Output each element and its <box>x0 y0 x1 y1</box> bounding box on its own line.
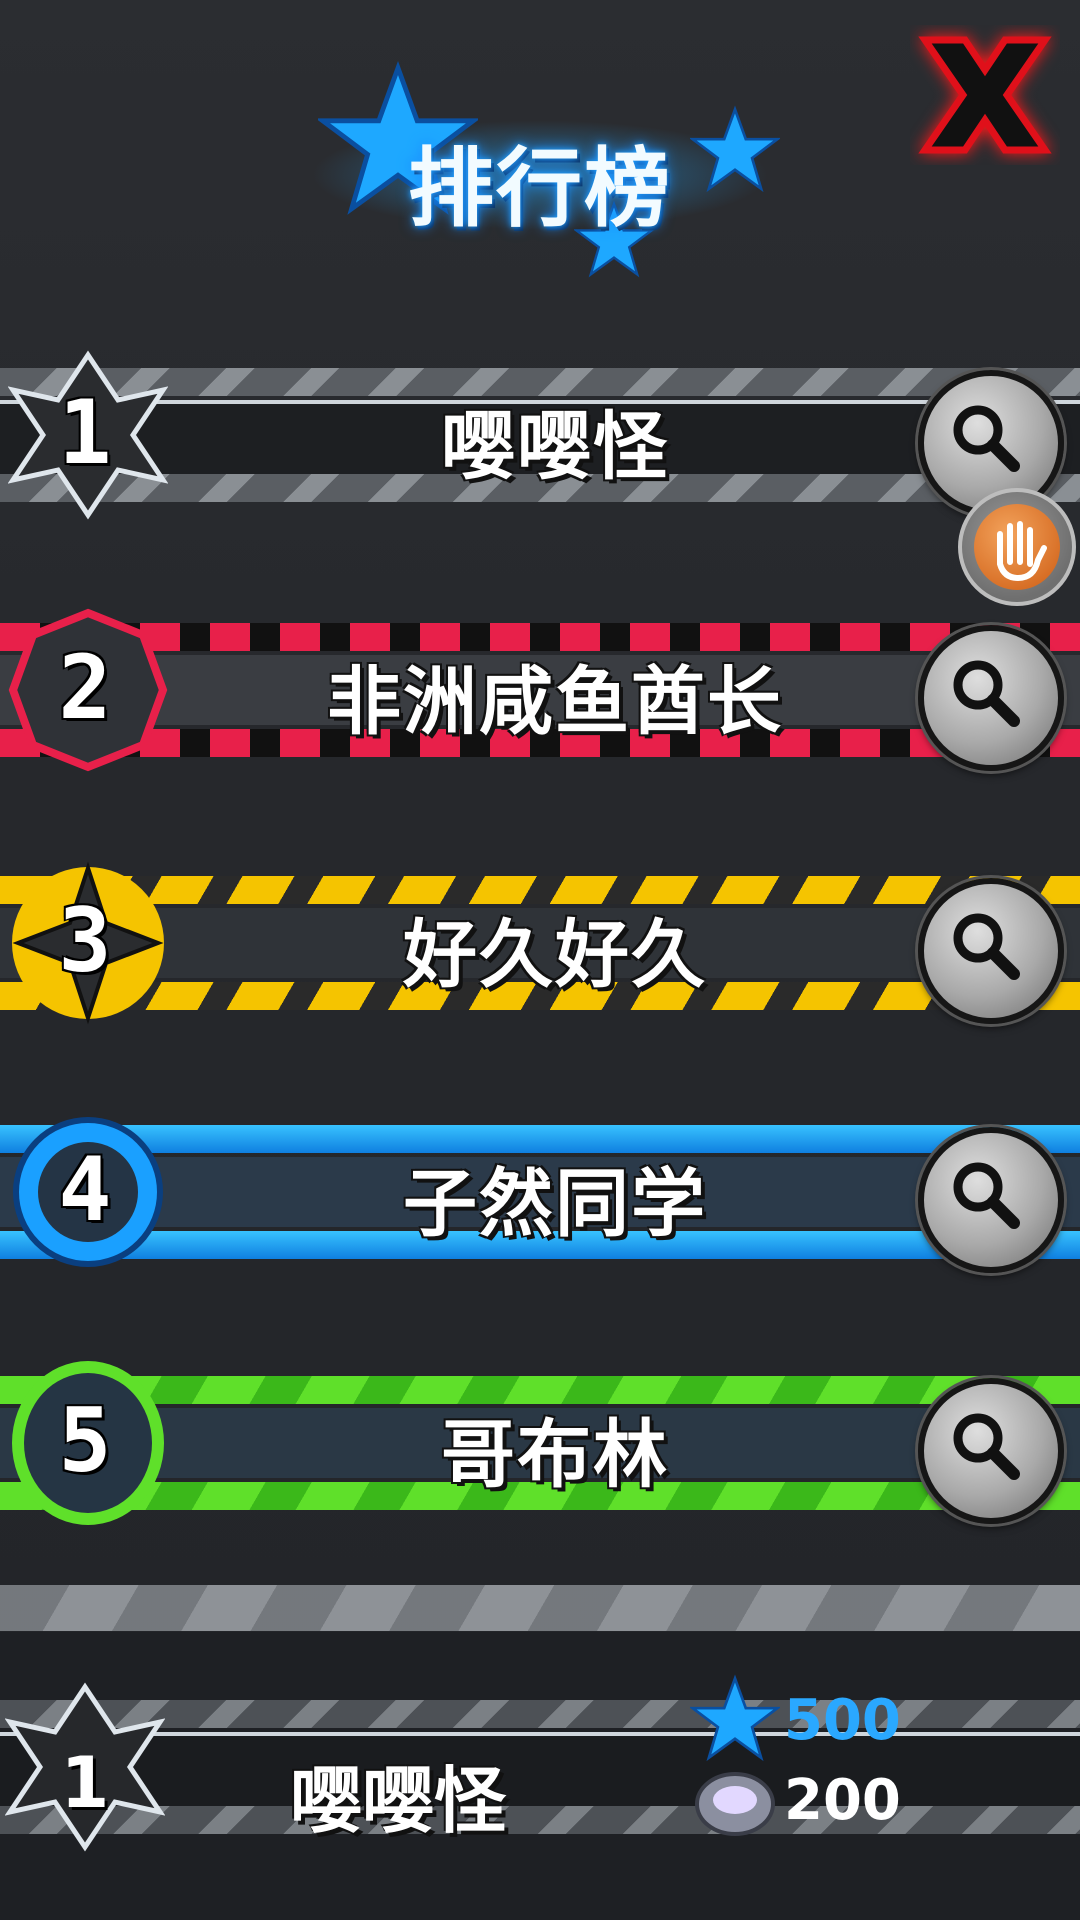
player-name: 子然同学 <box>403 1161 707 1247</box>
player-name: 好久好久 <box>403 912 707 998</box>
leaderboard-row[interactable]: 5 哥布林 <box>0 1323 1080 1563</box>
search-icon <box>953 660 1020 727</box>
player-name: 嘤嘤怪 <box>441 404 669 490</box>
self-player-name: 嘤嘤怪 <box>290 1759 507 1843</box>
search-icon <box>953 1162 1020 1229</box>
hand-icon-bg <box>974 504 1060 590</box>
star-icon <box>690 1674 780 1762</box>
gems-stat: 200 <box>690 1762 930 1842</box>
gems-value: 200 <box>784 1768 901 1833</box>
rank-number: 3 <box>58 889 112 992</box>
search-button[interactable] <box>918 1127 1064 1273</box>
player-name: 非洲咸鱼酋长 <box>327 659 783 745</box>
self-rank-number: 1 <box>60 1742 110 1824</box>
rank-number: 5 <box>58 1389 112 1492</box>
close-x-icon <box>918 36 1052 154</box>
hand-icon <box>997 521 1047 582</box>
close-button[interactable] <box>910 25 1060 165</box>
crystal-icon <box>695 1772 775 1836</box>
floating-hand-button[interactable] <box>958 488 1076 606</box>
stars-stat: 500 <box>690 1674 930 1762</box>
stars-value: 500 <box>784 1688 901 1753</box>
rank-number: 2 <box>58 636 112 739</box>
search-icon <box>953 913 1020 980</box>
search-button[interactable] <box>918 878 1064 1024</box>
header: 排行榜 <box>0 0 1080 290</box>
rank-number: 1 <box>58 381 112 484</box>
search-icon <box>953 405 1020 472</box>
rank-number: 4 <box>58 1138 112 1241</box>
leaderboard-row[interactable]: 2 非洲咸鱼酋长 <box>0 570 1080 810</box>
search-button[interactable] <box>918 1378 1064 1524</box>
search-icon <box>953 1413 1020 1480</box>
self-rank-row: 1 嘤嘤怪 500 200 <box>0 1632 1080 1920</box>
divider <box>0 1585 1080 1631</box>
player-name: 哥布林 <box>441 1412 669 1498</box>
search-button[interactable] <box>918 625 1064 771</box>
leaderboard-row[interactable]: 4 子然同学 <box>0 1072 1080 1312</box>
leaderboard-row[interactable]: 3 好久好久 <box>0 823 1080 1063</box>
leaderboard-row[interactable]: 1 嘤嘤怪 <box>0 315 1080 555</box>
